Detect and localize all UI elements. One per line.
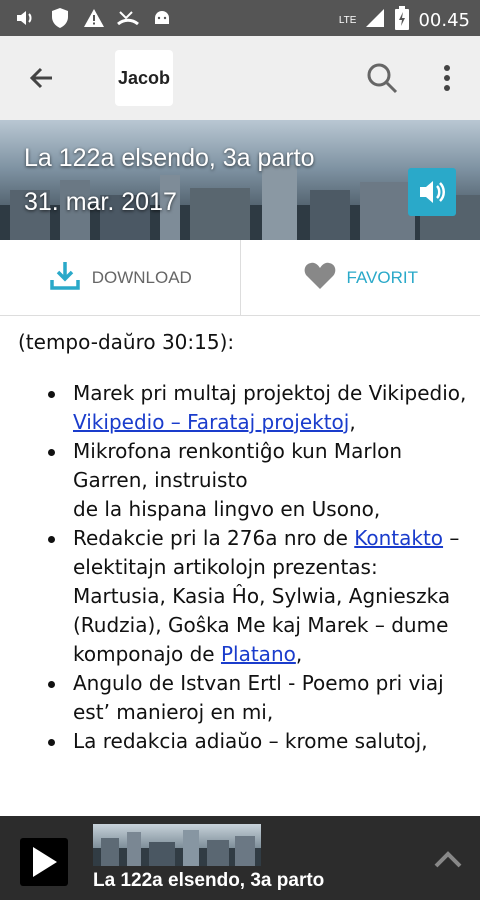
app-toolbar: Jacob xyxy=(0,36,480,120)
favorite-button[interactable]: FAVORIT xyxy=(241,240,480,315)
list-item: La redakcia adiaŭo – krome salutoj, xyxy=(48,727,468,756)
episode-description: (tempo-daŭro 30:15): Marek pri multaj pr… xyxy=(0,316,480,816)
battery-icon xyxy=(394,6,410,35)
more-vert-icon[interactable] xyxy=(432,60,462,100)
download-icon xyxy=(48,258,82,297)
episode-thumbnail xyxy=(93,824,261,866)
item-text: La redakcia adiaŭo – krome salutoj, xyxy=(73,729,428,753)
item-text: Mikrofona renkontiĝo kun Marlon Garren, … xyxy=(73,439,403,492)
back-arrow-icon[interactable] xyxy=(22,58,62,98)
volume-icon xyxy=(14,6,38,30)
list-item: Marek pri multaj projektoj de Vikipedio,… xyxy=(48,379,468,437)
kontakto-link[interactable]: Kontakto xyxy=(354,526,443,550)
episode-date: 31. mar. 2017 xyxy=(24,188,177,216)
list-item: Redakcie pri la 276a nro de Kontakto – e… xyxy=(48,524,468,669)
heart-icon xyxy=(303,259,337,296)
chevron-up-icon[interactable] xyxy=(433,846,463,870)
play-button[interactable] xyxy=(20,838,68,886)
item-text: , xyxy=(295,642,303,666)
download-button[interactable]: DOWNLOAD xyxy=(0,240,241,315)
clock: 00.45 xyxy=(418,10,470,31)
network-label: LTE xyxy=(338,15,357,26)
player-title: La 122a elsendo, 3a parto xyxy=(93,870,325,891)
platano-link[interactable]: Platano xyxy=(221,642,296,666)
status-bar: LTE 00.45 xyxy=(0,0,480,36)
vikipedio-link[interactable]: Vikipedio – Farataj projektoj xyxy=(73,410,349,434)
duration-text: (tempo-daŭro 30:15): xyxy=(18,330,235,354)
signal-icon xyxy=(364,7,386,34)
item-text: Angulo de Istvan Ertl - Poemo pri viaj e… xyxy=(73,671,444,724)
list-item: Angulo de Istvan Ertl - Poemo pri viaj e… xyxy=(48,669,468,727)
search-icon[interactable] xyxy=(362,58,402,98)
episode-title: La 122a elsendo, 3a parto xyxy=(24,144,315,172)
app-logo: Jacob xyxy=(115,50,173,106)
shield-icon xyxy=(48,6,72,30)
action-bar: DOWNLOAD FAVORIT xyxy=(0,240,480,316)
item-text: de la hispana lingvo en Usono, xyxy=(73,497,381,521)
item-text: Marek pri multaj projektoj de Vikipedio, xyxy=(73,381,467,405)
favorite-label: FAVORIT xyxy=(346,267,418,287)
download-label: DOWNLOAD xyxy=(91,267,192,287)
item-text: , xyxy=(349,410,356,434)
warning-icon xyxy=(82,6,106,30)
episode-header: La 122a elsendo, 3a parto 31. mar. 2017 xyxy=(0,120,480,240)
item-text: Redakcie pri la 276a nro de xyxy=(73,526,355,550)
speaker-icon[interactable] xyxy=(408,168,456,216)
missed-call-icon xyxy=(116,6,140,30)
list-item: Mikrofona renkontiĝo kun Marlon Garren, … xyxy=(48,437,468,524)
android-icon xyxy=(150,6,174,30)
mini-player[interactable]: La 122a elsendo, 3a parto xyxy=(0,816,480,900)
topics-list: Marek pri multaj projektoj de Vikipedio,… xyxy=(48,379,468,756)
